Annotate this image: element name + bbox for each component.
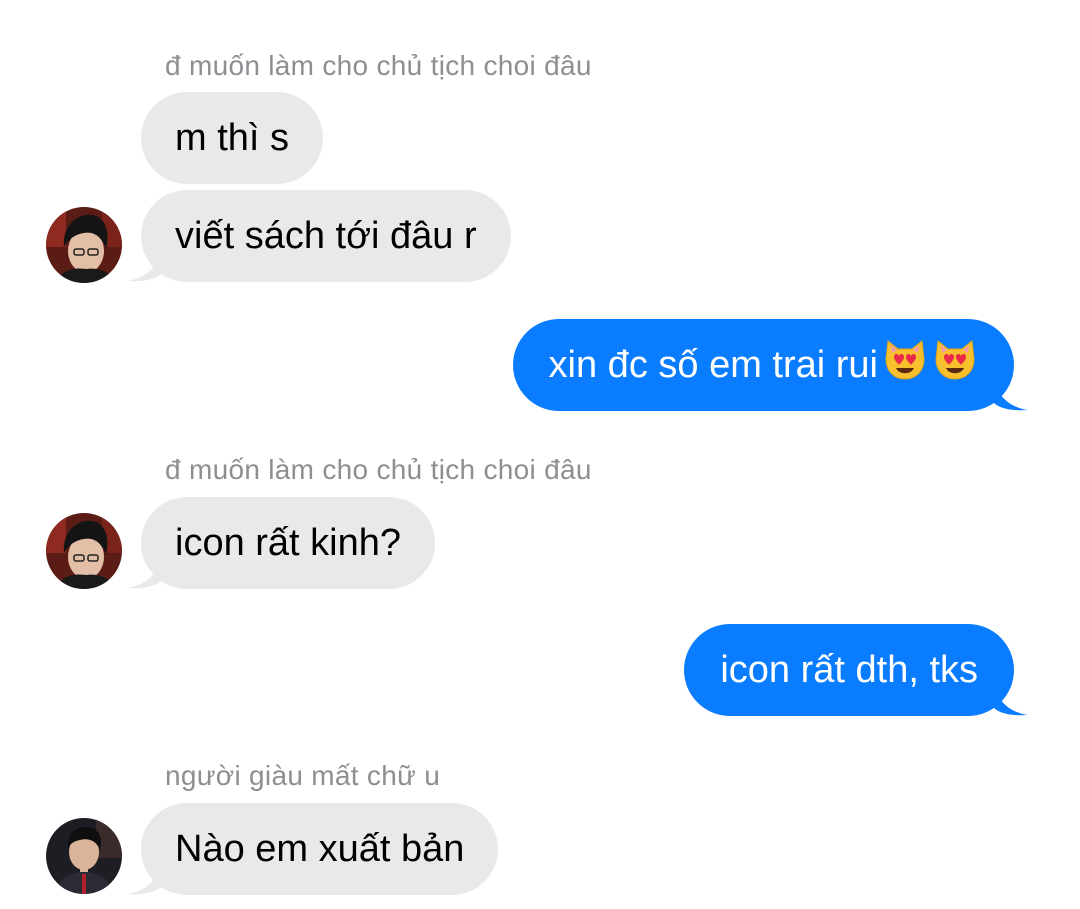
sender-name: đ muốn làm cho chủ tịch choi đâu [165, 50, 592, 81]
message-text: xin đc số em trai rui [548, 344, 878, 386]
incoming-message-bubble[interactable]: viết sách tới đâu r [127, 190, 511, 282]
bubble-tail [994, 686, 1028, 716]
sender-name: người giàu mất chữ u [165, 760, 441, 791]
bubble-tail [127, 865, 161, 895]
avatar[interactable] [46, 513, 122, 589]
sender-name: đ muốn làm cho chủ tịch choi đâu [165, 454, 592, 485]
bubble-tail [127, 559, 161, 589]
avatar[interactable] [46, 207, 122, 283]
message-text: icon rất dth, tks [720, 649, 978, 691]
outgoing-message-bubble[interactable]: icon rất dth, tks [684, 624, 1028, 716]
incoming-message-bubble[interactable]: icon rất kinh? [127, 497, 436, 589]
message-text: Nào em xuất bản [175, 828, 465, 870]
outgoing-message-bubble[interactable]: xin đc số em trai rui [512, 319, 1028, 411]
message-text: icon rất kinh? [175, 522, 402, 564]
avatar[interactable] [46, 818, 122, 894]
incoming-message-bubble[interactable]: Nào em xuất bản [127, 803, 499, 895]
bubble-tail [127, 252, 161, 282]
message-text: viết sách tới đâu r [175, 215, 477, 257]
heart-eyes-cat-icon [882, 337, 928, 383]
bubble-tail [994, 381, 1028, 411]
incoming-message-bubble[interactable]: m thì s [141, 92, 324, 184]
message-text: m thì s [175, 117, 290, 159]
heart-eyes-cat-icon [932, 337, 978, 383]
